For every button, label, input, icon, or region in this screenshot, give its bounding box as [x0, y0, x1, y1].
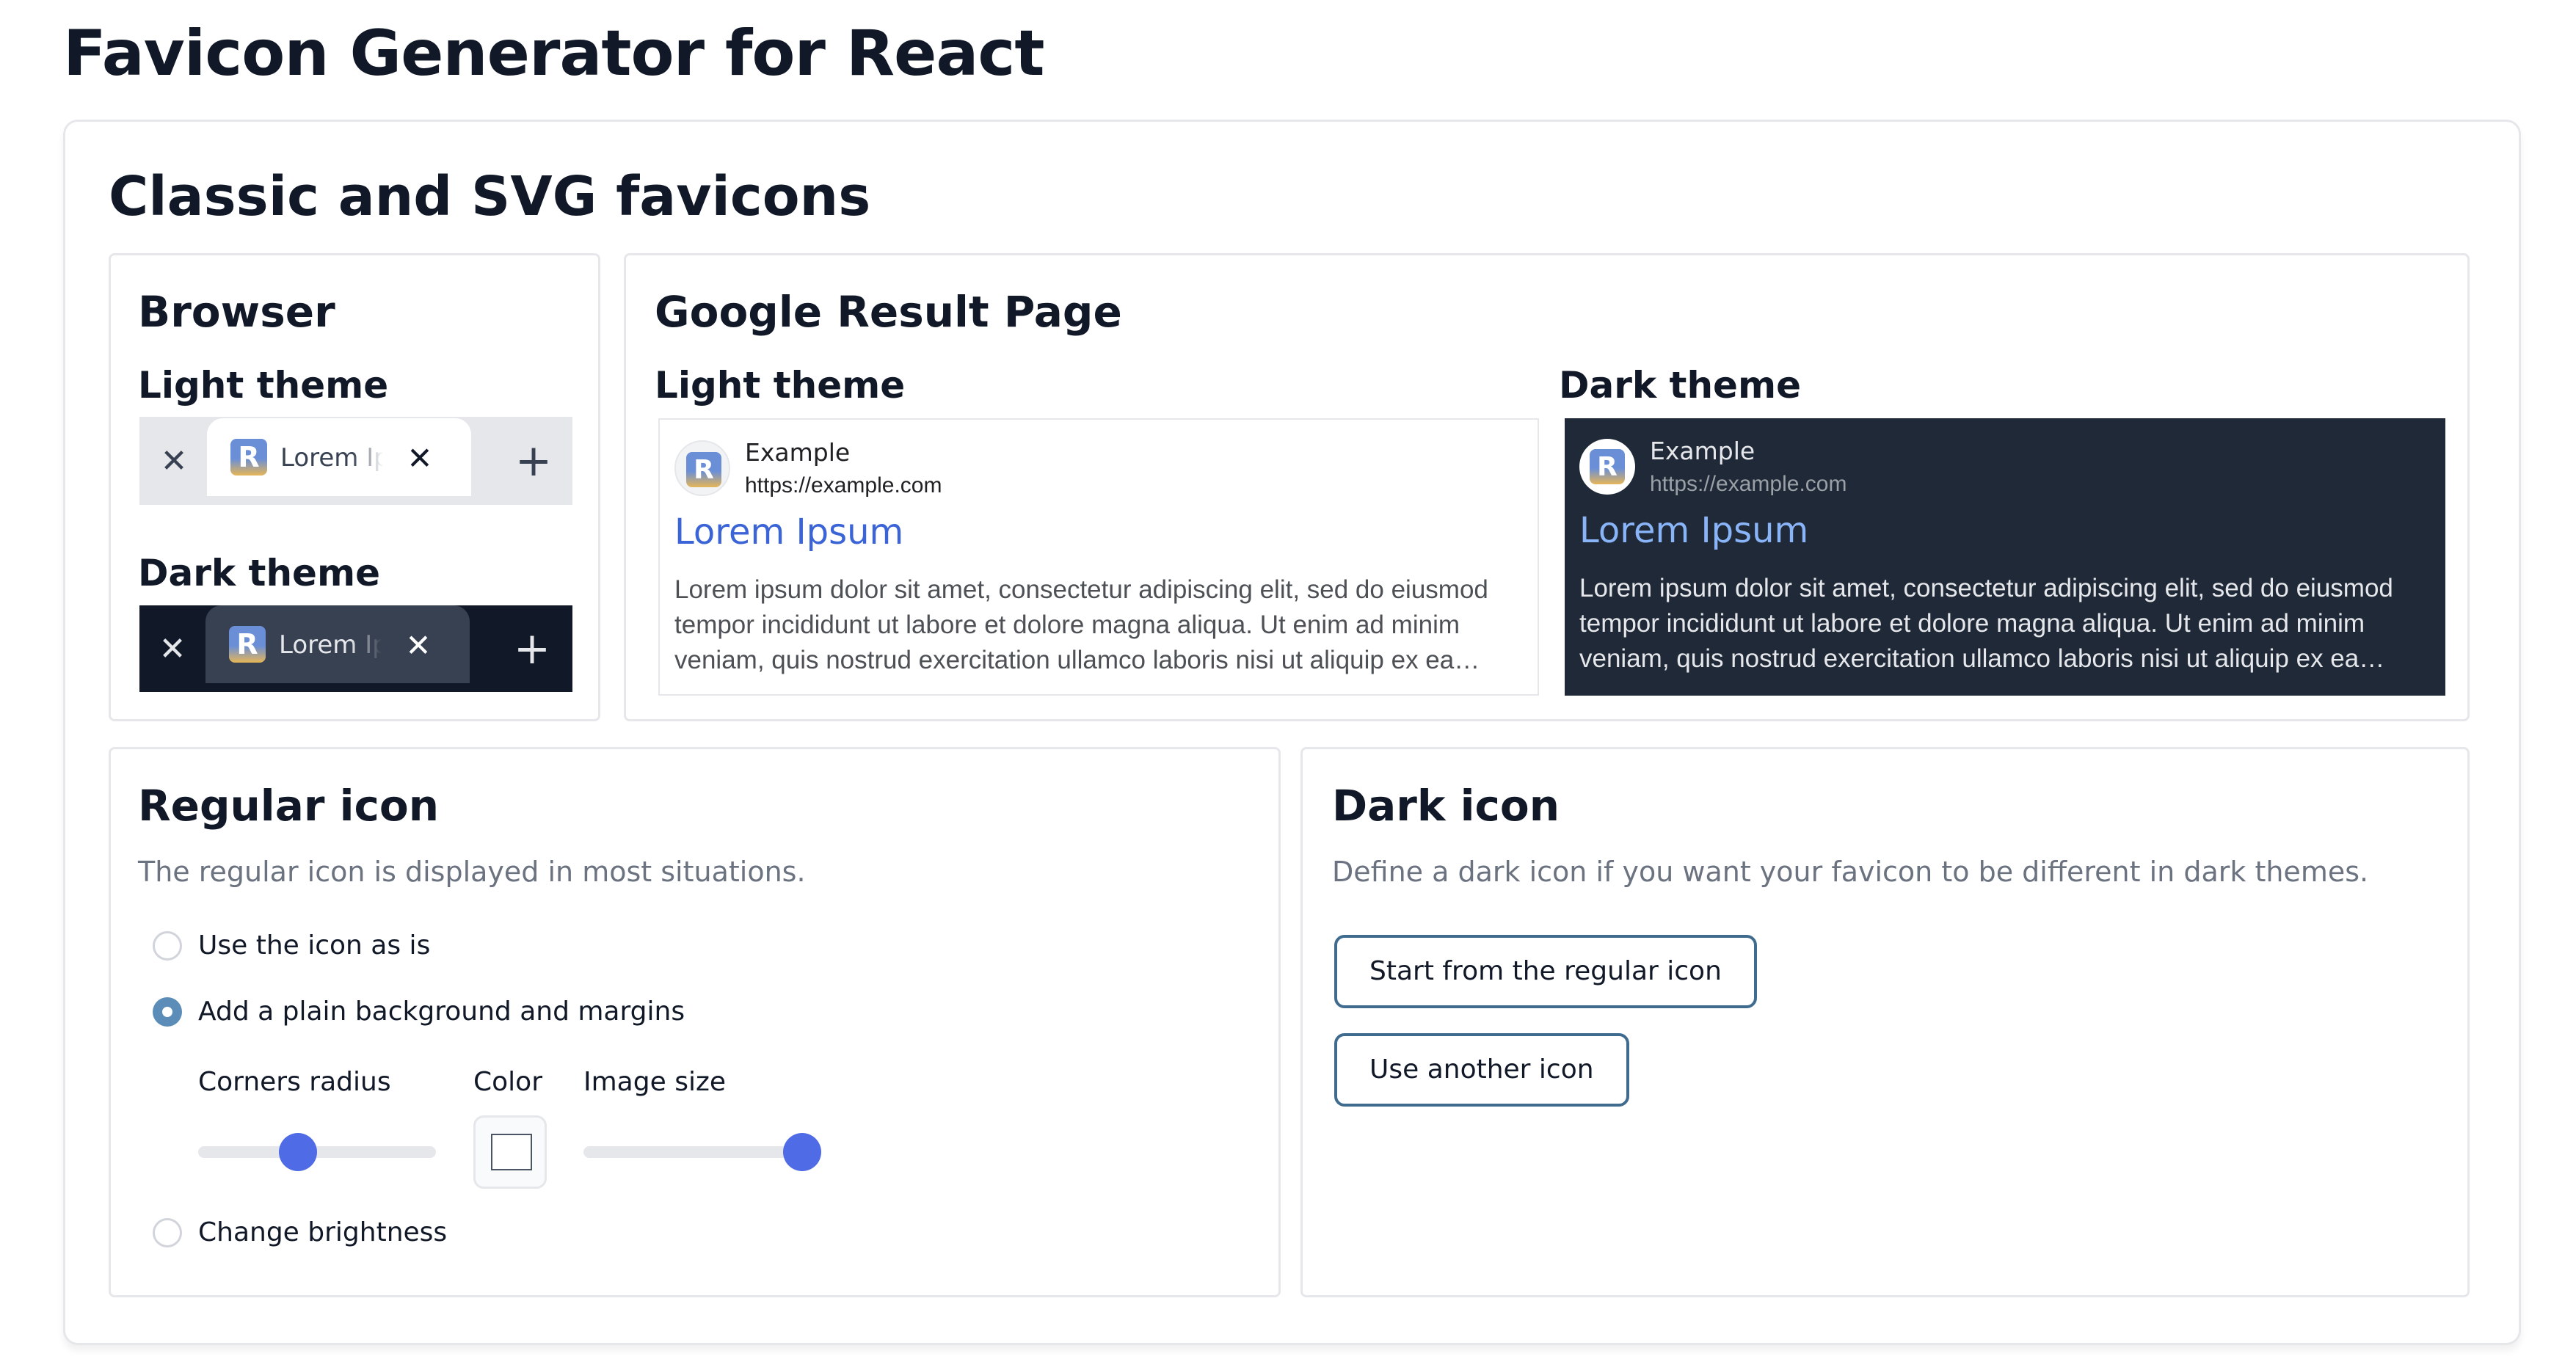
radio-plain-background[interactable]: Add a plain background and margins: [153, 994, 685, 1030]
use-another-icon-button[interactable]: Use another icon: [1334, 1033, 1629, 1107]
close-icon[interactable]: ✕: [396, 434, 443, 481]
slider-thumb[interactable]: [783, 1133, 822, 1171]
serp-snippet: Lorem ipsum dolor sit amet, consectetur …: [674, 575, 1488, 674]
radio-label: Add a plain background and margins: [198, 996, 685, 1027]
radio-label: Use the icon as is: [198, 930, 431, 961]
browser-light-theme-label: Light theme: [138, 364, 389, 407]
serp-favicon-badge: R: [674, 440, 730, 496]
serp-site-name: Example: [745, 438, 851, 467]
browser-tabstrip-dark: ✕ R Lorem Ipsum ✕ +: [139, 605, 572, 692]
image-size-label: Image size: [583, 1067, 726, 1097]
serp-result-light: R Example https://example.com Lorem Ipsu…: [658, 418, 1539, 696]
radio-button-checked[interactable]: [153, 997, 182, 1027]
react-favicon-icon: R: [686, 452, 721, 487]
browser-tabstrip-light: ✕ R Lorem Ipsum ✕ +: [139, 417, 572, 505]
serp-title-link[interactable]: Lorem Ipsum: [1579, 506, 1808, 555]
serp-snippet: Lorem ipsum dolor sit amet, consectetur …: [1579, 574, 2393, 673]
plus-icon[interactable]: +: [493, 418, 571, 503]
radio-change-brightness[interactable]: Change brightness: [153, 1214, 447, 1251]
google-panel-title: Google Result Page: [655, 287, 1122, 337]
regular-icon-description: The regular icon is displayed in most si…: [138, 856, 806, 888]
corners-radius-label: Corners radius: [198, 1067, 391, 1097]
corners-radius-slider[interactable]: [198, 1133, 436, 1171]
react-favicon-icon: R: [230, 439, 267, 476]
dark-icon-description: Define a dark icon if you want your favi…: [1332, 856, 2369, 888]
radio-use-icon-as-is[interactable]: Use the icon as is: [153, 928, 430, 964]
serp-url: https://example.com: [745, 473, 942, 498]
image-size-slider[interactable]: [583, 1133, 822, 1171]
radio-button[interactable]: [153, 931, 182, 961]
tab-label: Lorem Ipsum: [280, 443, 383, 473]
close-icon[interactable]: ✕: [141, 418, 207, 503]
page: Favicon Generator for React Classic and …: [0, 0, 2576, 1370]
google-dark-theme-label: Dark theme: [1559, 364, 1801, 407]
browser-panel-title: Browser: [138, 287, 335, 337]
close-icon[interactable]: ✕: [395, 622, 442, 668]
plus-icon[interactable]: +: [492, 605, 572, 692]
color-preview: [491, 1134, 532, 1170]
radio-label: Change brightness: [198, 1217, 448, 1247]
start-from-regular-icon-button[interactable]: Start from the regular icon: [1334, 935, 1757, 1008]
dark-icon-title: Dark icon: [1332, 781, 1560, 831]
serp-favicon-badge: R: [1579, 439, 1635, 495]
react-favicon-icon: R: [1590, 449, 1625, 484]
regular-icon-title: Regular icon: [138, 781, 440, 831]
browser-tab-active[interactable]: R Lorem Ipsum ✕: [205, 605, 470, 683]
serp-title-link[interactable]: Lorem Ipsum: [674, 508, 903, 556]
section-title: Classic and SVG favicons: [109, 165, 871, 228]
slider-thumb[interactable]: [279, 1133, 318, 1171]
tab-label: Lorem Ipsum: [279, 630, 382, 660]
radio-button[interactable]: [153, 1218, 182, 1247]
serp-site-name: Example: [1650, 437, 1755, 465]
color-label: Color: [473, 1067, 542, 1097]
serp-url: https://example.com: [1650, 472, 1847, 496]
browser-tab-active[interactable]: R Lorem Ipsum ✕: [207, 418, 471, 496]
close-icon[interactable]: ✕: [139, 605, 205, 692]
color-picker[interactable]: [473, 1115, 547, 1189]
page-title: Favicon Generator for React: [63, 17, 1044, 90]
google-light-theme-label: Light theme: [655, 364, 906, 407]
react-favicon-icon: R: [229, 626, 266, 663]
browser-dark-theme-label: Dark theme: [138, 552, 380, 594]
serp-result-dark: R Example https://example.com Lorem Ipsu…: [1565, 418, 2445, 696]
